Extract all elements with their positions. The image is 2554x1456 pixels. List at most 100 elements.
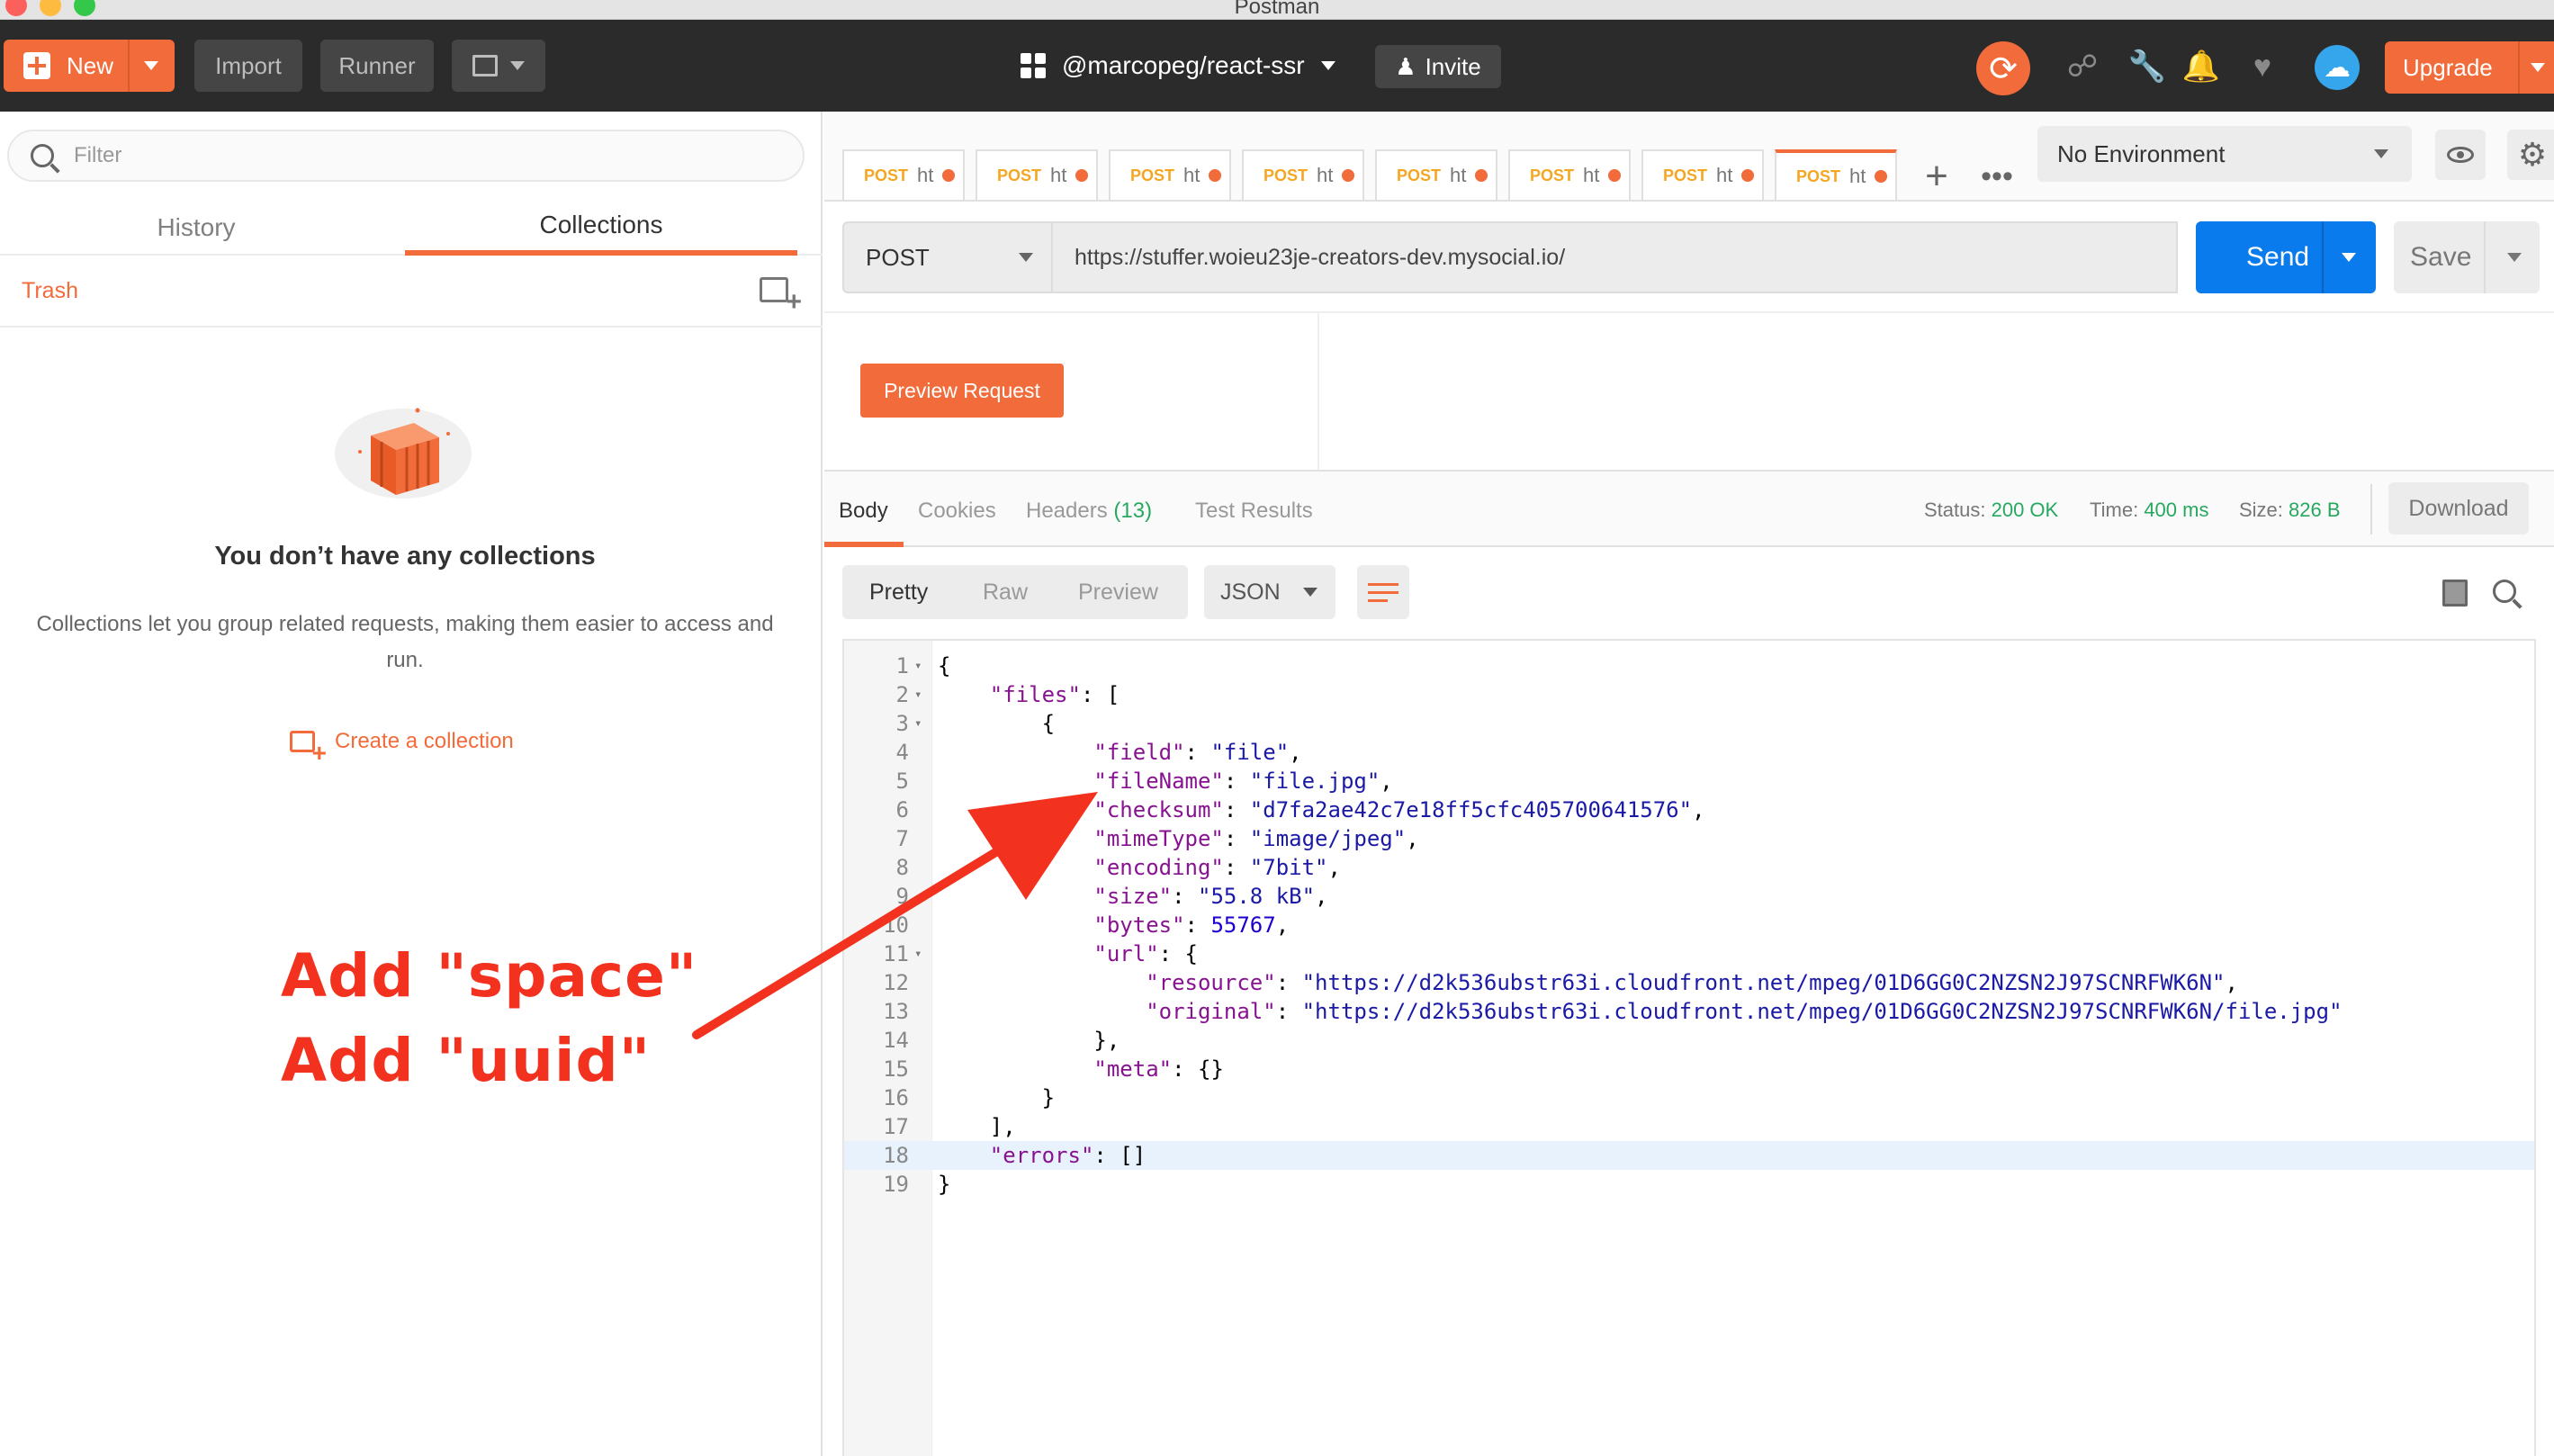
copy-icon[interactable] [2442, 580, 2468, 607]
save-button[interactable]: Save [2394, 221, 2540, 293]
request-tab[interactable]: POST ht [1109, 149, 1231, 200]
request-tab-method: POST [864, 166, 909, 184]
create-collection-link[interactable]: Create a collection [290, 724, 514, 768]
tab-test-results[interactable]: Test Results [1195, 499, 1313, 524]
send-caret-icon[interactable] [2342, 253, 2356, 262]
fold-caret-icon[interactable]: ▾ [914, 939, 922, 968]
upgrade-label: Upgrade [2403, 53, 2493, 81]
add-tab-icon[interactable]: + [1919, 154, 1955, 198]
invite-button[interactable]: ♟ Invite [1375, 45, 1501, 88]
line-number: 6 [895, 797, 909, 822]
trash-row[interactable]: Trash [0, 256, 823, 328]
empty-state-description: Collections let you group related reques… [36, 612, 774, 672]
request-tab[interactable]: POST ht [1242, 149, 1364, 200]
line-number: 15 [883, 1056, 909, 1082]
environment-select[interactable]: No Environment [2037, 126, 2412, 182]
new-button[interactable]: New [4, 40, 175, 92]
line-number: 13 [883, 999, 909, 1024]
request-tab-url: ht [1716, 164, 1733, 186]
download-button[interactable]: Download [2388, 482, 2529, 535]
line-number: 1 [895, 653, 909, 679]
workspace-switcher[interactable]: @marcopeg/react-ssr [1021, 40, 1335, 92]
format-preview[interactable]: Preview [1078, 580, 1158, 606]
tab-headers[interactable]: Headers (13) [1026, 499, 1152, 524]
empty-state-title: You don’t have any collections [214, 542, 596, 571]
new-collection-icon[interactable] [760, 277, 802, 318]
code-text: "checksum": "d7fa2ae42c7e18ff5cfc4057006… [1093, 797, 1705, 822]
code-text: "errors": [] [989, 1143, 1147, 1168]
code-line: 4 "field": "file", [844, 738, 2534, 767]
trash-label[interactable]: Trash [22, 278, 78, 304]
line-number: 9 [895, 884, 909, 909]
window-titlebar: Postman [0, 0, 2554, 20]
request-tab[interactable]: POST ht [1641, 149, 1764, 200]
request-tab-method: POST [1796, 166, 1841, 185]
format-pretty[interactable]: Pretty [869, 580, 928, 606]
method-select[interactable]: POST [842, 221, 1053, 293]
fold-caret-icon[interactable]: ▾ [914, 680, 922, 709]
request-tab-method: POST [1130, 166, 1175, 184]
preview-request-button[interactable]: Preview Request [860, 364, 1064, 418]
upgrade-caret-icon[interactable] [2531, 63, 2545, 72]
line-number: 8 [895, 855, 909, 880]
response-body-editor[interactable]: 1 ▾{2 ▾ "files": [3 ▾ {4 "field": "file", 5 … [842, 639, 2536, 1456]
request-tab-active[interactable]: POST ht [1775, 149, 1897, 200]
request-tab-url: ht [917, 164, 934, 186]
heart-icon[interactable]: ♥ [2244, 49, 2280, 85]
request-tab[interactable]: POST ht [1508, 149, 1631, 200]
gear-icon[interactable]: ⚙ [2507, 130, 2554, 180]
language-select[interactable]: JSON [1204, 565, 1335, 619]
fold-caret-icon[interactable]: ▾ [914, 709, 922, 738]
code-line: 15 "meta": {} [844, 1055, 2534, 1083]
new-dropdown-caret-icon[interactable] [144, 61, 158, 70]
more-tabs-icon[interactable]: ••• [1974, 158, 2019, 194]
code-line: 10 "bytes": 55767, [844, 911, 2534, 939]
line-number: 2 [895, 682, 909, 707]
request-tab-method: POST [1530, 166, 1575, 184]
code-line: 12 "resource": "https://d2k536ubstr63i.c… [844, 968, 2534, 997]
line-number: 17 [883, 1114, 909, 1139]
tab-collections[interactable]: Collections [405, 200, 797, 256]
send-button[interactable]: Send [2196, 221, 2376, 293]
tab-cookies[interactable]: Cookies [918, 499, 996, 524]
code-line: 1 ▾ { [844, 652, 2534, 680]
status-label: Status: [1924, 499, 1986, 521]
request-tab-method: POST [1264, 166, 1308, 184]
unsaved-dot-icon [1209, 169, 1222, 182]
wrap-lines-icon[interactable] [1357, 565, 1409, 619]
environment-area: No Environment ⚙ [2021, 112, 2554, 202]
method-caret-icon [1019, 253, 1033, 262]
request-tab[interactable]: POST ht [842, 149, 965, 200]
upgrade-button[interactable]: Upgrade [2385, 41, 2554, 94]
code-line: 14 }, [844, 1026, 2534, 1055]
unsaved-dot-icon [1075, 169, 1089, 182]
import-button[interactable]: Import [194, 40, 302, 92]
filter-input[interactable]: Filter [7, 130, 805, 182]
add-user-icon: ♟ [1395, 52, 1416, 80]
wrench-icon[interactable]: 🔧 [2128, 49, 2166, 85]
tab-history[interactable]: History [0, 200, 392, 256]
time-value: 400 ms [2144, 499, 2209, 521]
satellite-icon[interactable]: ☍ [2064, 49, 2100, 85]
bell-icon[interactable]: 🔔 [2182, 49, 2220, 85]
time-stat: Time: 400 ms [2090, 499, 2208, 522]
runner-button[interactable]: Runner [320, 40, 434, 92]
new-window-button[interactable] [452, 40, 545, 92]
search-icon[interactable] [2493, 580, 2516, 603]
request-tab-method: POST [1663, 166, 1708, 184]
fold-caret-icon[interactable]: ▾ [914, 652, 922, 680]
request-tab-method: POST [1397, 166, 1442, 184]
url-input[interactable]: https://stuffer.woieu23je-creators-dev.m… [1053, 221, 2178, 293]
tab-body[interactable]: Body [839, 499, 888, 524]
environment-quick-look-button[interactable] [2435, 130, 2486, 180]
cloud-icon[interactable]: ☁ [2315, 45, 2360, 90]
sync-icon[interactable]: ⟳ [1976, 41, 2030, 95]
code-line: 11 ▾ "url": { [844, 939, 2534, 968]
request-tab[interactable]: POST ht [976, 149, 1098, 200]
environment-caret-icon [2374, 149, 2388, 158]
unsaved-dot-icon [1342, 169, 1355, 182]
format-raw[interactable]: Raw [983, 580, 1028, 606]
line-number: 19 [883, 1172, 909, 1197]
request-tab[interactable]: POST ht [1375, 149, 1497, 200]
save-caret-icon[interactable] [2507, 253, 2522, 262]
